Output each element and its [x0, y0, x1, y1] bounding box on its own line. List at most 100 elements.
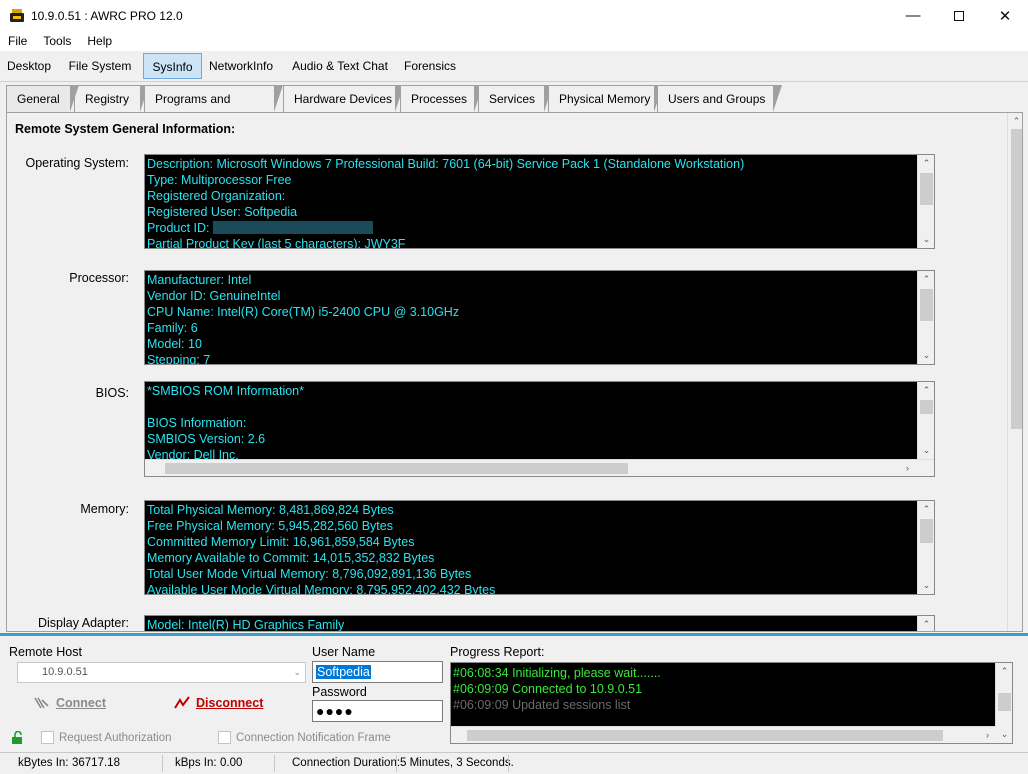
remote-host-combo[interactable]: 10.9.0.51 ⌄: [17, 662, 306, 683]
tab-desktop[interactable]: Desktop: [2, 53, 56, 79]
kbps-in-value: 0.00: [220, 757, 243, 769]
main-tab-strip: Desktop File System SysInfo NetworkInfo …: [0, 51, 1028, 82]
bios-info-box[interactable]: *SMBIOS ROM Information* BIOS Informatio…: [144, 381, 935, 477]
scroll-up-icon[interactable]: ⌃: [918, 155, 934, 172]
kbps-in-label: kBps In:: [175, 757, 217, 769]
tab-audio-text-chat[interactable]: Audio & Text Chat: [290, 53, 390, 79]
info-line: Total User Mode Virtual Memory: 8,796,09…: [147, 567, 472, 581]
progress-hscroll[interactable]: ›: [451, 726, 996, 743]
bios-hscroll[interactable]: ›: [145, 459, 934, 476]
subtab-users-groups[interactable]: Users and Groups: [657, 85, 782, 112]
scroll-thumb[interactable]: [165, 463, 628, 474]
user-name-input[interactable]: Softpedia: [312, 661, 443, 683]
connection-notification-checkbox[interactable]: Connection Notification Frame: [218, 731, 391, 744]
sysinfo-tab-strip: General Registry Programs and Updates Ha…: [0, 82, 1028, 133]
scroll-down-icon[interactable]: ⌄: [918, 577, 934, 594]
chevron-down-icon[interactable]: ⌄: [293, 663, 301, 682]
scroll-thumb[interactable]: [998, 693, 1011, 711]
display-adapter-info-box[interactable]: Model: Intel(R) HD Graphics Family ⌃: [144, 615, 935, 631]
maximize-button[interactable]: [936, 0, 982, 31]
scroll-right-icon[interactable]: ›: [899, 460, 916, 476]
scroll-up-icon[interactable]: ⌃: [918, 271, 934, 288]
general-info-panel: Remote System General Information: Opera…: [6, 112, 1023, 632]
scroll-up-icon[interactable]: ⌃: [918, 501, 934, 518]
scroll-up-icon[interactable]: ⌃: [1008, 113, 1022, 129]
scroll-thumb[interactable]: [1011, 129, 1022, 429]
processor-info-box[interactable]: Manufacturer: Intel Vendor ID: GenuineIn…: [144, 270, 935, 365]
progress-report-label: Progress Report:: [450, 645, 545, 659]
close-button[interactable]: ✕: [982, 0, 1028, 31]
info-line: Total Physical Memory: 8,481,869,824 Byt…: [147, 503, 394, 517]
password-label: Password: [312, 685, 367, 699]
connect-button[interactable]: Connect: [34, 696, 106, 710]
checkbox-box[interactable]: [218, 731, 231, 744]
scroll-up-icon[interactable]: ⌃: [918, 382, 934, 399]
scroll-thumb[interactable]: [920, 400, 933, 414]
minimize-button[interactable]: —: [890, 0, 936, 31]
info-line: Vendor ID: GenuineIntel: [147, 289, 281, 303]
info-line: [147, 399, 304, 415]
title-bar: 10.9.0.51 : AWRC PRO 12.0 — ✕: [0, 0, 1028, 31]
info-line: Stepping: 7: [147, 353, 211, 365]
connection-panel: Remote Host 10.9.0.51 ⌄ Connect Disconne…: [0, 636, 1028, 752]
menu-file[interactable]: File: [0, 31, 35, 51]
subtab-services[interactable]: Services: [478, 85, 553, 112]
processor-vscroll[interactable]: ⌃ ⌄: [917, 271, 934, 364]
checkbox-box[interactable]: [41, 731, 54, 744]
memory-info-box[interactable]: Total Physical Memory: 8,481,869,824 Byt…: [144, 500, 935, 595]
info-line: Family: 6: [147, 321, 198, 335]
os-vscroll[interactable]: ⌃ ⌄: [917, 155, 934, 248]
tab-networkinfo[interactable]: NetworkInfo: [205, 53, 277, 79]
scroll-right-icon[interactable]: ›: [979, 727, 996, 743]
tab-file-system[interactable]: File System: [64, 53, 136, 79]
info-line: Vendor: Dell Inc.: [147, 448, 239, 459]
info-line: *SMBIOS ROM Information*: [147, 384, 304, 398]
password-input[interactable]: ●●●●: [312, 700, 443, 722]
scroll-down-icon[interactable]: ⌄: [918, 442, 934, 459]
scroll-thumb[interactable]: [920, 519, 933, 543]
duration-label: Connection Duration:: [292, 757, 401, 769]
subtab-processes[interactable]: Processes: [400, 85, 483, 112]
info-line: CPU Name: Intel(R) Core(TM) i5-2400 CPU …: [147, 305, 460, 319]
tab-sysinfo[interactable]: SysInfo: [143, 53, 202, 79]
subtab-registry[interactable]: Registry: [74, 85, 149, 112]
scroll-thumb[interactable]: [920, 289, 933, 321]
progress-line: #06:08:34 Initializing, please wait.....…: [453, 666, 661, 680]
scroll-thumb[interactable]: [920, 173, 933, 205]
kbytes-in-value: 36717.18: [72, 757, 120, 769]
remote-host-value: 10.9.0.51: [42, 666, 88, 678]
menu-help[interactable]: Help: [79, 31, 120, 51]
memory-vscroll[interactable]: ⌃ ⌄: [917, 501, 934, 594]
menu-tools[interactable]: Tools: [35, 31, 79, 51]
tab-forensics[interactable]: Forensics: [400, 53, 460, 79]
scroll-down-icon[interactable]: ⌄: [918, 347, 934, 364]
panel-vscroll[interactable]: ⌃: [1007, 113, 1022, 631]
request-authorization-checkbox[interactable]: Request Authorization: [41, 731, 172, 744]
user-name-label: User Name: [312, 645, 376, 659]
info-line: Partial Product Key (last 5 characters):…: [147, 237, 406, 249]
maximize-icon: [954, 10, 964, 21]
scroll-down-icon[interactable]: ⌄: [918, 231, 934, 248]
scroll-thumb[interactable]: [467, 730, 943, 741]
scroll-down-icon[interactable]: ⌄: [996, 726, 1012, 743]
subtab-hardware-devices[interactable]: Hardware Devices: [283, 85, 404, 112]
kbytes-in-label: kBytes In:: [18, 757, 69, 769]
os-label: Operating System:: [25, 156, 129, 170]
subtab-physical-memory[interactable]: Physical Memory: [548, 85, 663, 112]
divider: [396, 755, 397, 772]
app-icon: [9, 8, 25, 24]
scroll-up-icon[interactable]: ⌃: [996, 663, 1012, 680]
progress-vscroll[interactable]: ⌃ ⌄: [995, 663, 1012, 743]
redacted-block: [213, 221, 374, 234]
bios-vscroll[interactable]: ⌃ ⌄: [917, 382, 934, 459]
display-vscroll[interactable]: ⌃: [917, 616, 934, 631]
progress-report-box[interactable]: #06:08:34 Initializing, please wait.....…: [450, 662, 1013, 744]
checkbox-label: Request Authorization: [59, 731, 172, 744]
os-info-box[interactable]: Description: Microsoft Windows 7 Profess…: [144, 154, 935, 249]
subtab-programs-updates[interactable]: Programs and Updates: [144, 85, 283, 133]
progress-line: #06:09:09 Updated sessions list: [453, 698, 631, 712]
scroll-up-icon[interactable]: ⌃: [918, 616, 934, 631]
disconnect-button[interactable]: Disconnect: [174, 696, 263, 710]
subtab-general[interactable]: General: [6, 85, 79, 112]
info-line: Committed Memory Limit: 16,961,859,584 B…: [147, 535, 415, 549]
